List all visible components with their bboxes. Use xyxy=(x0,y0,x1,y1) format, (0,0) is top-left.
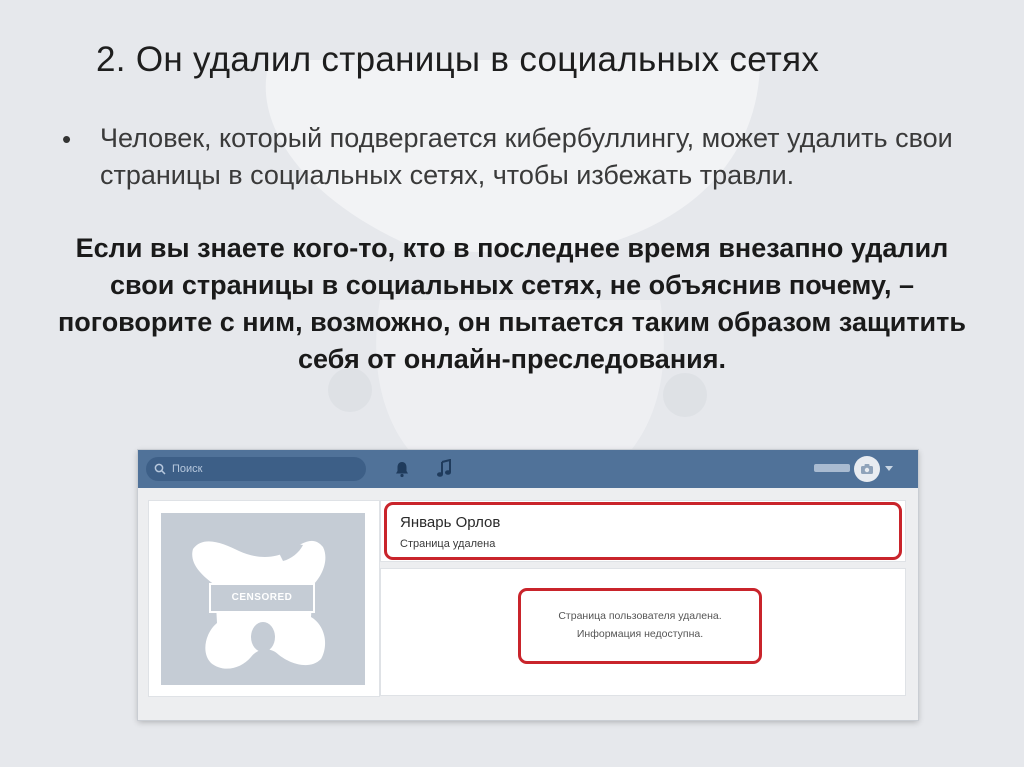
censored-label: CENSORED xyxy=(209,583,315,613)
unavailable-info-message: Информация недоступна. xyxy=(576,628,704,640)
slide-title: 2. Он удалил страницы в социальных сетях xyxy=(96,40,820,79)
music-note-icon[interactable] xyxy=(436,459,452,479)
bullet-marker: • xyxy=(62,124,72,154)
bullet-text: Человек, который подвергается кибербулли… xyxy=(100,123,953,190)
profile-name: Январь Орлов xyxy=(400,514,501,531)
top-nav-bar: Поиск xyxy=(138,450,918,488)
emphasis-text: Если вы знаете кого-то, кто в последнее … xyxy=(58,233,966,374)
bullet-item: • Человек, который подвергается кибербул… xyxy=(62,120,962,194)
chevron-down-icon[interactable] xyxy=(885,466,893,472)
search-input[interactable]: Поиск xyxy=(146,457,366,481)
deleted-page-message: Страница пользователя удалена. xyxy=(558,610,722,622)
social-profile-screenshot: Поиск CENSORED Январь Орлов Страница уда… xyxy=(138,450,918,720)
name-highlight-box xyxy=(384,502,902,560)
camera-icon xyxy=(861,464,873,474)
profile-photo-card: CENSORED xyxy=(148,500,380,697)
blurred-user-name xyxy=(814,464,850,472)
avatar[interactable] xyxy=(854,456,880,482)
search-icon xyxy=(154,463,166,475)
search-placeholder: Поиск xyxy=(172,463,203,475)
bell-icon[interactable] xyxy=(394,460,410,478)
info-highlight-box xyxy=(518,588,762,664)
profile-status: Страница удалена xyxy=(400,538,496,550)
profile-photo: CENSORED xyxy=(161,513,365,685)
